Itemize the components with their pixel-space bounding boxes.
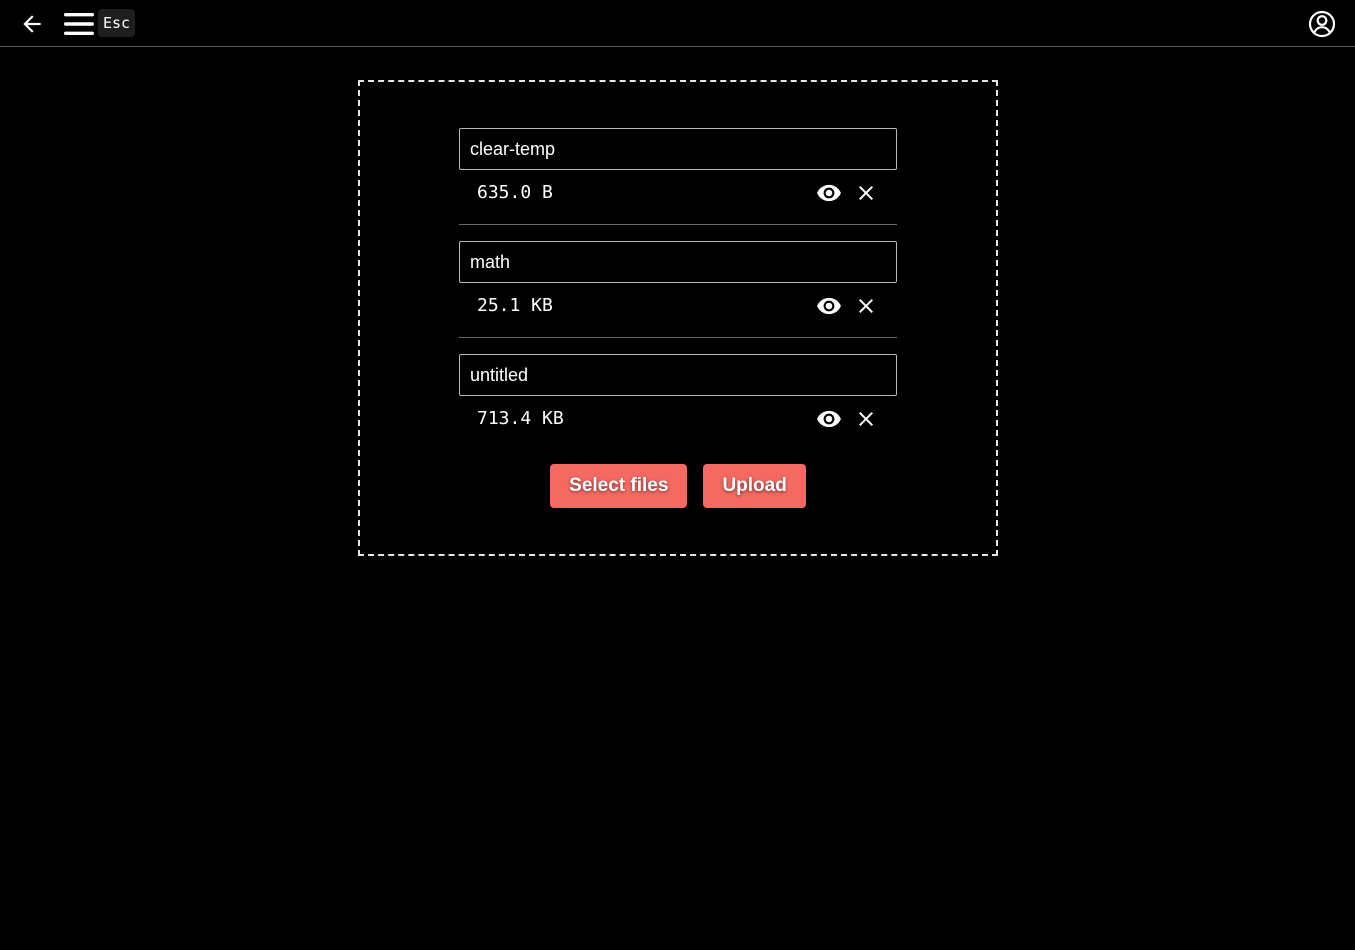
file-name-input[interactable] bbox=[459, 128, 897, 170]
preview-file-button[interactable] bbox=[815, 179, 843, 207]
eye-icon bbox=[817, 410, 841, 428]
select-files-button[interactable]: Select files bbox=[550, 464, 688, 508]
back-button[interactable] bbox=[18, 10, 46, 38]
file-item: 25.1 KB bbox=[459, 241, 897, 338]
preview-file-button[interactable] bbox=[815, 405, 843, 433]
account-button[interactable] bbox=[1307, 9, 1337, 39]
remove-file-button[interactable] bbox=[852, 405, 880, 433]
preview-file-button[interactable] bbox=[815, 292, 843, 320]
file-name-input[interactable] bbox=[459, 241, 897, 283]
hamburger-menu-icon bbox=[64, 13, 94, 35]
remove-file-button[interactable] bbox=[852, 179, 880, 207]
file-size: 635.0 B bbox=[477, 182, 553, 203]
close-icon bbox=[859, 412, 873, 426]
upload-button[interactable]: Upload bbox=[703, 464, 806, 508]
upload-dropzone[interactable]: 635.0 B 25.1 KB bbox=[358, 80, 998, 556]
remove-file-button[interactable] bbox=[852, 292, 880, 320]
top-bar: Esc bbox=[0, 0, 1355, 47]
file-size: 713.4 KB bbox=[477, 408, 564, 429]
file-size: 25.1 KB bbox=[477, 295, 553, 316]
upload-actions: Select files Upload bbox=[360, 464, 996, 508]
file-item: 635.0 B bbox=[459, 128, 897, 225]
file-list: 635.0 B 25.1 KB bbox=[459, 128, 897, 450]
account-circle-icon bbox=[1308, 10, 1336, 38]
menu-button[interactable] bbox=[62, 10, 96, 38]
eye-icon bbox=[817, 297, 841, 315]
close-icon bbox=[859, 186, 873, 200]
file-item: 713.4 KB bbox=[459, 354, 897, 450]
close-icon bbox=[859, 299, 873, 313]
arrow-left-icon bbox=[23, 15, 41, 33]
eye-icon bbox=[817, 184, 841, 202]
file-name-input[interactable] bbox=[459, 354, 897, 396]
esc-shortcut-hint: Esc bbox=[98, 9, 136, 37]
